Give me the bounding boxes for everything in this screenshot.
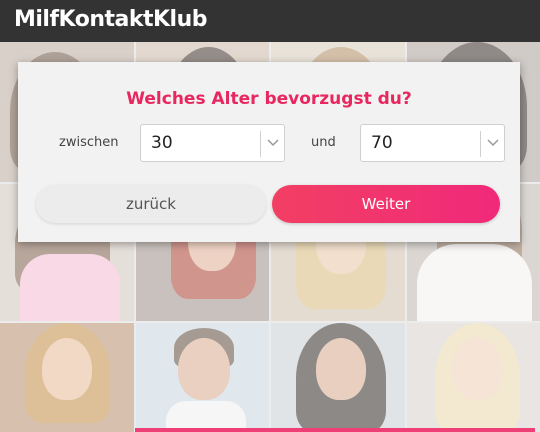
max-age-select[interactable]: 70 bbox=[360, 124, 505, 162]
between-label: zwischen bbox=[59, 135, 119, 150]
min-age-select[interactable]: 30 bbox=[140, 124, 285, 162]
next-button[interactable]: Weiter bbox=[272, 185, 500, 223]
and-label: und bbox=[311, 135, 336, 150]
chevron-down-icon bbox=[260, 131, 284, 157]
chevron-down-icon bbox=[480, 131, 504, 157]
back-button[interactable]: zurück bbox=[36, 185, 266, 223]
dialog-question: Welches Alter bevorzugst du? bbox=[126, 89, 412, 109]
site-logo[interactable]: MilfKontaktKlub bbox=[14, 7, 208, 32]
progress-bar bbox=[135, 428, 535, 432]
min-age-value: 30 bbox=[151, 133, 173, 153]
max-age-value: 70 bbox=[371, 133, 393, 153]
top-bar: MilfKontaktKlub bbox=[0, 0, 540, 42]
age-preference-dialog: Welches Alter bevorzugst du? zwischen 30… bbox=[18, 62, 520, 242]
